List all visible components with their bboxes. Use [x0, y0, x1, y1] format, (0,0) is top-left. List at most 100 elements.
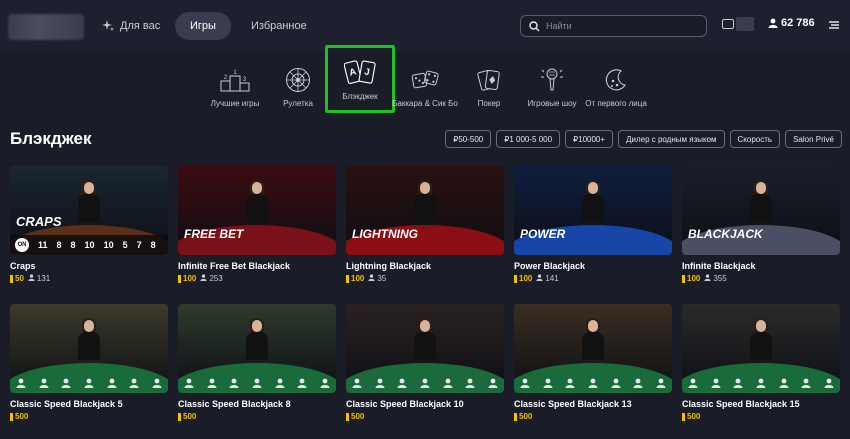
game-title[interactable]: Infinite Free Bet Blackjack — [178, 261, 336, 271]
game-title[interactable]: Classic Speed Blackjack 13 — [514, 399, 672, 409]
game-thumbnail[interactable] — [178, 304, 336, 393]
seat-icon[interactable] — [397, 378, 407, 388]
game-logo: LIGHTNING — [352, 227, 418, 241]
game-tile[interactable]: LIGHTNING Lightning Blackjack 100 35 — [346, 166, 504, 283]
game-thumbnail[interactable] — [682, 304, 840, 393]
game-title[interactable]: Classic Speed Blackjack 15 — [682, 399, 840, 409]
seat-icon[interactable] — [733, 378, 743, 388]
game-tile[interactable]: CRAPS ON 11 8 8 10 10 5 7 8 Craps 50 131 — [10, 166, 168, 283]
seat-icon[interactable] — [465, 378, 475, 388]
wallet-blur — [736, 17, 754, 31]
search-input[interactable] — [546, 21, 696, 31]
game-title[interactable]: Classic Speed Blackjack 5 — [10, 399, 168, 409]
game-tile[interactable]: FREE BET Infinite Free Bet Blackjack 100 25… — [178, 166, 336, 283]
game-title[interactable]: Lightning Blackjack — [346, 261, 504, 271]
seat-icon[interactable] — [443, 378, 453, 388]
seat-icon[interactable] — [565, 378, 575, 388]
game-tile[interactable]: Classic Speed Blackjack 13 500 — [514, 304, 672, 421]
game-tile[interactable]: Classic Speed Blackjack 5 500 — [10, 304, 168, 421]
seat-icon[interactable] — [107, 378, 117, 388]
min-bet-value: 100 — [687, 274, 701, 283]
seat-icon[interactable] — [84, 378, 94, 388]
filter-chip[interactable]: ₽1 000-5 000 — [496, 130, 561, 148]
seat-icon[interactable] — [129, 378, 139, 388]
min-bet-value: 100 — [519, 274, 533, 283]
game-title[interactable]: Classic Speed Blackjack 10 — [346, 399, 504, 409]
seat-icon[interactable] — [688, 378, 698, 388]
seat-icon[interactable] — [207, 378, 217, 388]
filter-chip[interactable]: Дилер с родным языком — [618, 130, 725, 148]
category-roulette[interactable]: Рулетка — [265, 46, 331, 109]
game-logo: BLACKJACK — [688, 227, 763, 241]
category-blackjack[interactable]: AJ Блэкджек — [325, 45, 395, 113]
category-poker[interactable]: Покер — [456, 46, 522, 109]
bet-marker-icon — [346, 274, 349, 283]
category-game-shows[interactable]: Игровые шоу — [519, 46, 585, 109]
nav-for-you[interactable]: Для вас — [102, 13, 160, 39]
seat-icon[interactable] — [352, 378, 362, 388]
game-title[interactable]: Infinite Blackjack — [682, 261, 840, 271]
menu-icon[interactable] — [828, 19, 840, 31]
search-box[interactable] — [520, 15, 707, 37]
seat-icon[interactable] — [252, 378, 262, 388]
seat-icon[interactable] — [656, 378, 666, 388]
seat-icon[interactable] — [275, 378, 285, 388]
seat-icon[interactable] — [229, 378, 239, 388]
sparkle-icon — [102, 20, 114, 31]
logo[interactable] — [8, 14, 84, 40]
game-title[interactable]: Classic Speed Blackjack 8 — [178, 399, 336, 409]
seat-icon[interactable] — [756, 378, 766, 388]
category-baccarat[interactable]: Баккара & Сик Бо — [392, 46, 458, 109]
game-tile[interactable]: Classic Speed Blackjack 8 500 — [178, 304, 336, 421]
filter-chip[interactable]: Salon Privé — [785, 130, 842, 148]
seat-icon[interactable] — [39, 378, 49, 388]
seat-icon[interactable] — [520, 378, 530, 388]
game-thumbnail[interactable]: LIGHTNING — [346, 166, 504, 255]
seat-icon[interactable] — [61, 378, 71, 388]
game-tile[interactable]: BLACKJACK Infinite Blackjack 100 355 — [682, 166, 840, 283]
seat-icon[interactable] — [184, 378, 194, 388]
balance[interactable]: 62 786 — [768, 17, 815, 29]
game-thumbnail[interactable]: BLACKJACK — [682, 166, 840, 255]
seat-icon[interactable] — [297, 378, 307, 388]
min-bet: 100 — [682, 274, 700, 283]
game-tile[interactable]: POWER Power Blackjack 100 141 — [514, 166, 672, 283]
seat-icon[interactable] — [611, 378, 621, 388]
seat-icon[interactable] — [320, 378, 330, 388]
filter-chip[interactable]: ₽50-500 — [445, 130, 492, 148]
seat-icon[interactable] — [633, 378, 643, 388]
seat-icon[interactable] — [420, 378, 430, 388]
game-thumbnail[interactable] — [514, 304, 672, 393]
game-tile[interactable]: Classic Speed Blackjack 15 500 — [682, 304, 840, 421]
dealer-figure — [246, 318, 268, 360]
filter-chip[interactable]: ₽10000+ — [565, 130, 614, 148]
seat-icon[interactable] — [824, 378, 834, 388]
seat-icon[interactable] — [779, 378, 789, 388]
game-thumbnail[interactable]: CRAPS ON 11 8 8 10 10 5 7 8 — [10, 166, 168, 255]
game-thumbnail[interactable] — [346, 304, 504, 393]
game-tile[interactable]: Classic Speed Blackjack 10 500 — [346, 304, 504, 421]
game-thumbnail[interactable]: FREE BET — [178, 166, 336, 255]
seat-icon[interactable] — [711, 378, 721, 388]
seat-icon[interactable] — [488, 378, 498, 388]
wallet-icon[interactable] — [722, 19, 734, 29]
seat-icon[interactable] — [375, 378, 385, 388]
craps-roll-number: 10 — [103, 240, 114, 250]
filter-chip[interactable]: Скорость — [729, 130, 781, 148]
category-top-games[interactable]: 12 3 Лучшие игры — [202, 46, 268, 109]
category-first-person[interactable]: От первого лица — [583, 46, 649, 109]
game-title[interactable]: Power Blackjack — [514, 261, 672, 271]
nav-favorites[interactable]: Избранное — [251, 13, 307, 39]
seat-icon[interactable] — [543, 378, 553, 388]
game-title[interactable]: Craps — [10, 261, 168, 271]
svg-text:1: 1 — [233, 70, 237, 76]
game-thumbnail[interactable]: POWER — [514, 166, 672, 255]
seat-icon[interactable] — [801, 378, 811, 388]
game-thumbnail[interactable] — [10, 304, 168, 393]
player-count: 355 — [704, 274, 727, 283]
seat-icon[interactable] — [16, 378, 26, 388]
seat-icon[interactable] — [152, 378, 162, 388]
seat-icon[interactable] — [588, 378, 598, 388]
nav-games[interactable]: Игры — [175, 12, 231, 40]
min-bet: 50 — [10, 274, 24, 283]
